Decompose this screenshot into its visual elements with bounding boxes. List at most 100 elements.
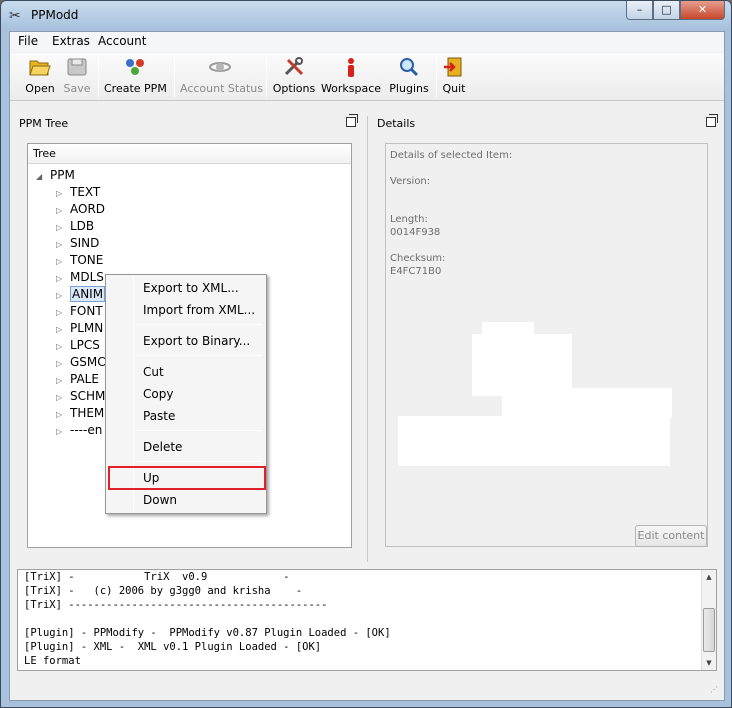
tools-app-icon: ✂ (9, 8, 21, 24)
collapsed-arrow-icon[interactable]: ▷ (56, 423, 70, 440)
tree-item[interactable]: ▷ ----en (56, 422, 102, 439)
scroll-down-arrow-icon[interactable]: ▼ (702, 656, 716, 670)
collapsed-arrow-icon[interactable]: ▷ (56, 253, 70, 270)
float-panel-icon[interactable] (346, 114, 358, 127)
tree-item-label: ----en (70, 423, 103, 437)
scroll-up-arrow-icon[interactable]: ▲ (702, 570, 716, 584)
highlight-outline (108, 466, 266, 490)
collapsed-arrow-icon[interactable]: ▷ (56, 338, 70, 355)
log-line: [TriX] ---------------------------------… (24, 599, 328, 611)
toolbar-separator (174, 57, 175, 97)
account-status-button[interactable]: Account Status (180, 56, 263, 100)
menu-item-cut[interactable]: Cut (108, 361, 264, 383)
tree-item[interactable]: ▷ LDB (56, 218, 94, 235)
plugins-button[interactable]: Plugins (386, 56, 432, 100)
collapsed-arrow-icon[interactable]: ▷ (56, 372, 70, 389)
tree-item-label: SCHM (70, 389, 106, 403)
collapsed-arrow-icon[interactable]: ▷ (56, 270, 70, 287)
context-menu: Export to XML... Import from XML... Export… (105, 274, 267, 514)
edit-content-button[interactable]: Edit content (635, 525, 707, 547)
collapsed-arrow-icon[interactable]: ▷ (56, 321, 70, 338)
tree-item-label: FONT (70, 304, 103, 318)
open-button[interactable]: Open (18, 56, 62, 100)
log-line: [Plugin] - XML - XML v0.1 Plugin Loaded … (24, 641, 322, 653)
collapsed-arrow-icon[interactable]: ▷ (56, 406, 70, 423)
menu-item-export-to-binary[interactable]: Export to Binary... (108, 330, 264, 352)
exit-icon (441, 56, 467, 80)
tree-item[interactable]: ▷ FONT (56, 303, 103, 320)
tree-item[interactable]: ▷ LPCS (56, 337, 100, 354)
quit-button[interactable]: Quit (440, 56, 468, 100)
tree-item[interactable]: ▷ TEXT (56, 184, 100, 201)
tree-item[interactable]: ▷ AORD (56, 201, 105, 218)
tree-item[interactable]: ▷ ANIM (56, 286, 106, 304)
workspace-button[interactable]: Workspace (320, 56, 382, 100)
menu-bar: File Extras Account (10, 32, 724, 52)
tree-item[interactable]: ▷ TONE (56, 252, 103, 269)
tree-item[interactable]: ▷ PALE (56, 371, 99, 388)
tree-item-label: LPCS (70, 338, 100, 352)
menu-item-label: Cut (143, 365, 164, 379)
tools-icon (281, 56, 307, 80)
menu-item-label: Copy (143, 387, 174, 401)
minimize-button[interactable]: – (626, 1, 653, 20)
tree-item-label: SIND (70, 236, 100, 250)
window-title: PPModd (31, 8, 79, 22)
details-view: Details of selected Item: Version: Lengt… (385, 143, 708, 547)
menu-item-up[interactable]: Up (108, 466, 266, 490)
collapsed-arrow-icon[interactable]: ▷ (56, 185, 70, 202)
open-label: Open (25, 82, 55, 95)
tree-item[interactable]: ▷ MDLS (56, 269, 104, 286)
scroll-thumb[interactable] (703, 608, 715, 652)
tree-item[interactable]: ▷ THEM (56, 405, 104, 422)
menu-item-down[interactable]: Down (108, 489, 264, 511)
menu-file[interactable]: File (18, 34, 38, 48)
disk-icon (64, 56, 90, 80)
tree-item[interactable]: ▷ PLMN (56, 320, 103, 337)
tree-item[interactable]: ▷ GSMC (56, 354, 106, 371)
resize-grip-icon[interactable]: ⋰ (710, 685, 722, 697)
account-status-label: Account Status (180, 82, 263, 95)
collapsed-arrow-icon[interactable]: ▷ (56, 304, 70, 321)
collapsed-arrow-icon[interactable]: ▷ (56, 202, 70, 219)
checksum-value: E4FC71B0 (390, 266, 442, 277)
tree-column-header[interactable]: Tree (28, 144, 351, 164)
tree-root[interactable]: ◢ PPM (36, 167, 75, 184)
title-bar[interactable]: ✂ PPModd – □ ✕ (1, 1, 731, 31)
collapsed-arrow-icon[interactable]: ▷ (56, 389, 70, 406)
collapsed-arrow-icon[interactable]: ▷ (56, 219, 70, 236)
menu-account[interactable]: Account (98, 34, 146, 48)
toolbar: Open Save Create PPM Account Status Opti… (10, 53, 724, 101)
create-ppm-button[interactable]: Create PPM (104, 56, 167, 100)
tree-item-label: ANIM (70, 286, 106, 302)
redacted-area (472, 334, 572, 396)
satellite-icon (207, 56, 233, 80)
close-button[interactable]: ✕ (680, 1, 725, 20)
menu-item-export-to-xml[interactable]: Export to XML... (108, 277, 264, 299)
panel-splitter[interactable] (367, 116, 368, 562)
collapsed-arrow-icon[interactable]: ▷ (56, 236, 70, 253)
menu-separator (136, 355, 262, 356)
float-panel-icon[interactable] (706, 114, 718, 127)
expanded-arrow-icon[interactable]: ◢ (36, 168, 50, 185)
collapsed-arrow-icon[interactable]: ▷ (56, 287, 70, 304)
menu-item-copy[interactable]: Copy (108, 383, 264, 405)
maximize-button[interactable]: □ (653, 1, 680, 20)
tree-item[interactable]: ▷ SIND (56, 235, 99, 252)
save-button[interactable]: Save (60, 56, 94, 100)
tree-root-label: PPM (50, 168, 75, 182)
menu-item-paste[interactable]: Paste (108, 405, 264, 427)
menu-item-import-from-xml[interactable]: Import from XML... (108, 299, 264, 321)
menu-item-delete[interactable]: Delete (108, 436, 264, 458)
tree-item[interactable]: ▷ SCHM (56, 388, 105, 405)
menu-extras[interactable]: Extras (52, 34, 90, 48)
create-icon (122, 56, 148, 80)
collapsed-arrow-icon[interactable]: ▷ (56, 355, 70, 372)
menu-separator (136, 430, 262, 431)
tree-item-label: TEXT (70, 185, 101, 199)
create-ppm-label: Create PPM (104, 82, 167, 95)
options-button[interactable]: Options (272, 56, 316, 100)
magnifier-icon (396, 56, 422, 80)
log-output[interactable]: [TriX] - TriX v0.9 - [TriX] - (c) 2006 by… (17, 569, 717, 671)
log-scrollbar[interactable]: ▲ ▼ (701, 570, 716, 670)
